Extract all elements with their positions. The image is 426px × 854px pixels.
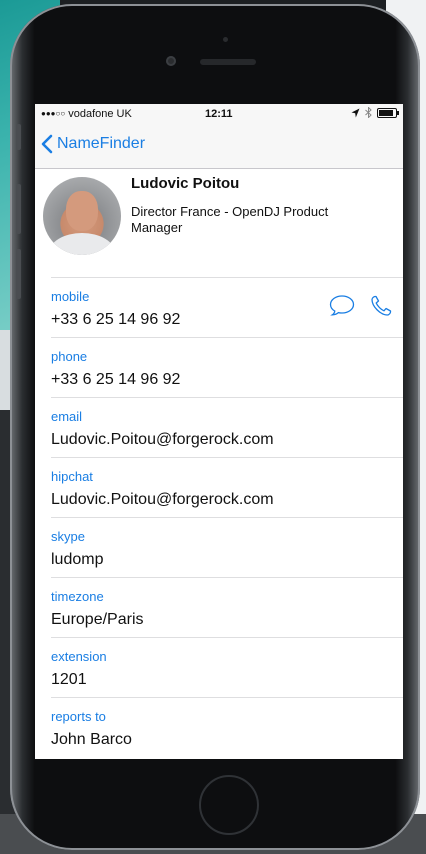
back-button[interactable]: NameFinder xyxy=(41,134,145,154)
field-label: mobile xyxy=(51,289,90,304)
contact-fields: mobile +33 6 25 14 96 92 phone +33 6 25 … xyxy=(35,277,403,757)
proximity-sensor xyxy=(223,37,228,42)
carrier-name: vodafone UK xyxy=(68,108,132,120)
contact-title: Director France - OpenDJ Product Manager xyxy=(131,204,329,235)
field-value[interactable]: ludomp xyxy=(51,551,103,569)
field-value[interactable]: John Barco xyxy=(51,731,132,749)
field-value[interactable]: 1201 xyxy=(51,671,87,689)
carrier-info: ●●●○○ vodafone UK xyxy=(41,108,132,120)
contact-name: Ludovic Poitou xyxy=(131,175,240,192)
location-arrow-icon xyxy=(351,108,360,117)
earpiece-speaker xyxy=(200,59,256,65)
volume-down-button xyxy=(16,249,21,299)
field-label: timezone xyxy=(51,589,104,604)
status-time: 12:11 xyxy=(205,108,233,120)
field-value[interactable]: Ludovic.Poitou@forgerock.com xyxy=(51,431,274,449)
field-label: skype xyxy=(51,529,85,544)
volume-up-button xyxy=(16,184,21,234)
phone-screen: ●●●○○ vodafone UK 12:11 NameFinder Ludov… xyxy=(35,104,403,759)
home-button[interactable] xyxy=(199,775,259,835)
field-label: reports to xyxy=(51,709,106,724)
field-skype[interactable]: skype ludomp xyxy=(51,517,403,577)
mobile-actions xyxy=(329,294,393,323)
call-button[interactable] xyxy=(369,294,393,323)
field-hipchat[interactable]: hipchat Ludovic.Poitou@forgerock.com xyxy=(51,457,403,517)
battery-icon xyxy=(377,107,399,118)
field-value[interactable]: Ludovic.Poitou@forgerock.com xyxy=(51,491,274,509)
avatar-shirt xyxy=(49,233,115,255)
field-reports-to[interactable]: reports to John Barco xyxy=(51,697,403,757)
field-label: hipchat xyxy=(51,469,93,484)
signal-strength-icon: ●●●○○ xyxy=(41,109,66,118)
field-extension[interactable]: extension 1201 xyxy=(51,637,403,697)
bluetooth-icon xyxy=(365,107,372,118)
avatar-head xyxy=(66,191,98,231)
back-button-label: NameFinder xyxy=(57,135,146,152)
phone-icon xyxy=(371,295,392,316)
field-mobile[interactable]: mobile +33 6 25 14 96 92 xyxy=(51,277,403,337)
status-bar: ●●●○○ vodafone UK 12:11 xyxy=(35,104,403,124)
field-value: Europe/Paris xyxy=(51,611,144,628)
chevron-left-icon xyxy=(41,134,53,154)
status-indicators xyxy=(351,107,399,118)
front-camera xyxy=(166,56,176,66)
field-label: extension xyxy=(51,649,107,664)
field-label: phone xyxy=(51,349,88,364)
speech-bubble-icon xyxy=(329,295,355,316)
field-email[interactable]: email Ludovic.Poitou@forgerock.com xyxy=(51,397,403,457)
navigation-bar: NameFinder xyxy=(35,124,403,169)
message-button[interactable] xyxy=(329,294,355,323)
mute-switch xyxy=(16,124,21,150)
field-value[interactable]: +33 6 25 14 96 92 xyxy=(51,371,180,389)
avatar xyxy=(43,177,121,255)
contact-header: Ludovic Poitou Director France - OpenDJ … xyxy=(35,169,403,277)
field-value[interactable]: +33 6 25 14 96 92 xyxy=(51,311,180,329)
field-phone[interactable]: phone +33 6 25 14 96 92 xyxy=(51,337,403,397)
field-timezone: timezone Europe/Paris xyxy=(51,577,403,637)
field-label: email xyxy=(51,409,83,424)
